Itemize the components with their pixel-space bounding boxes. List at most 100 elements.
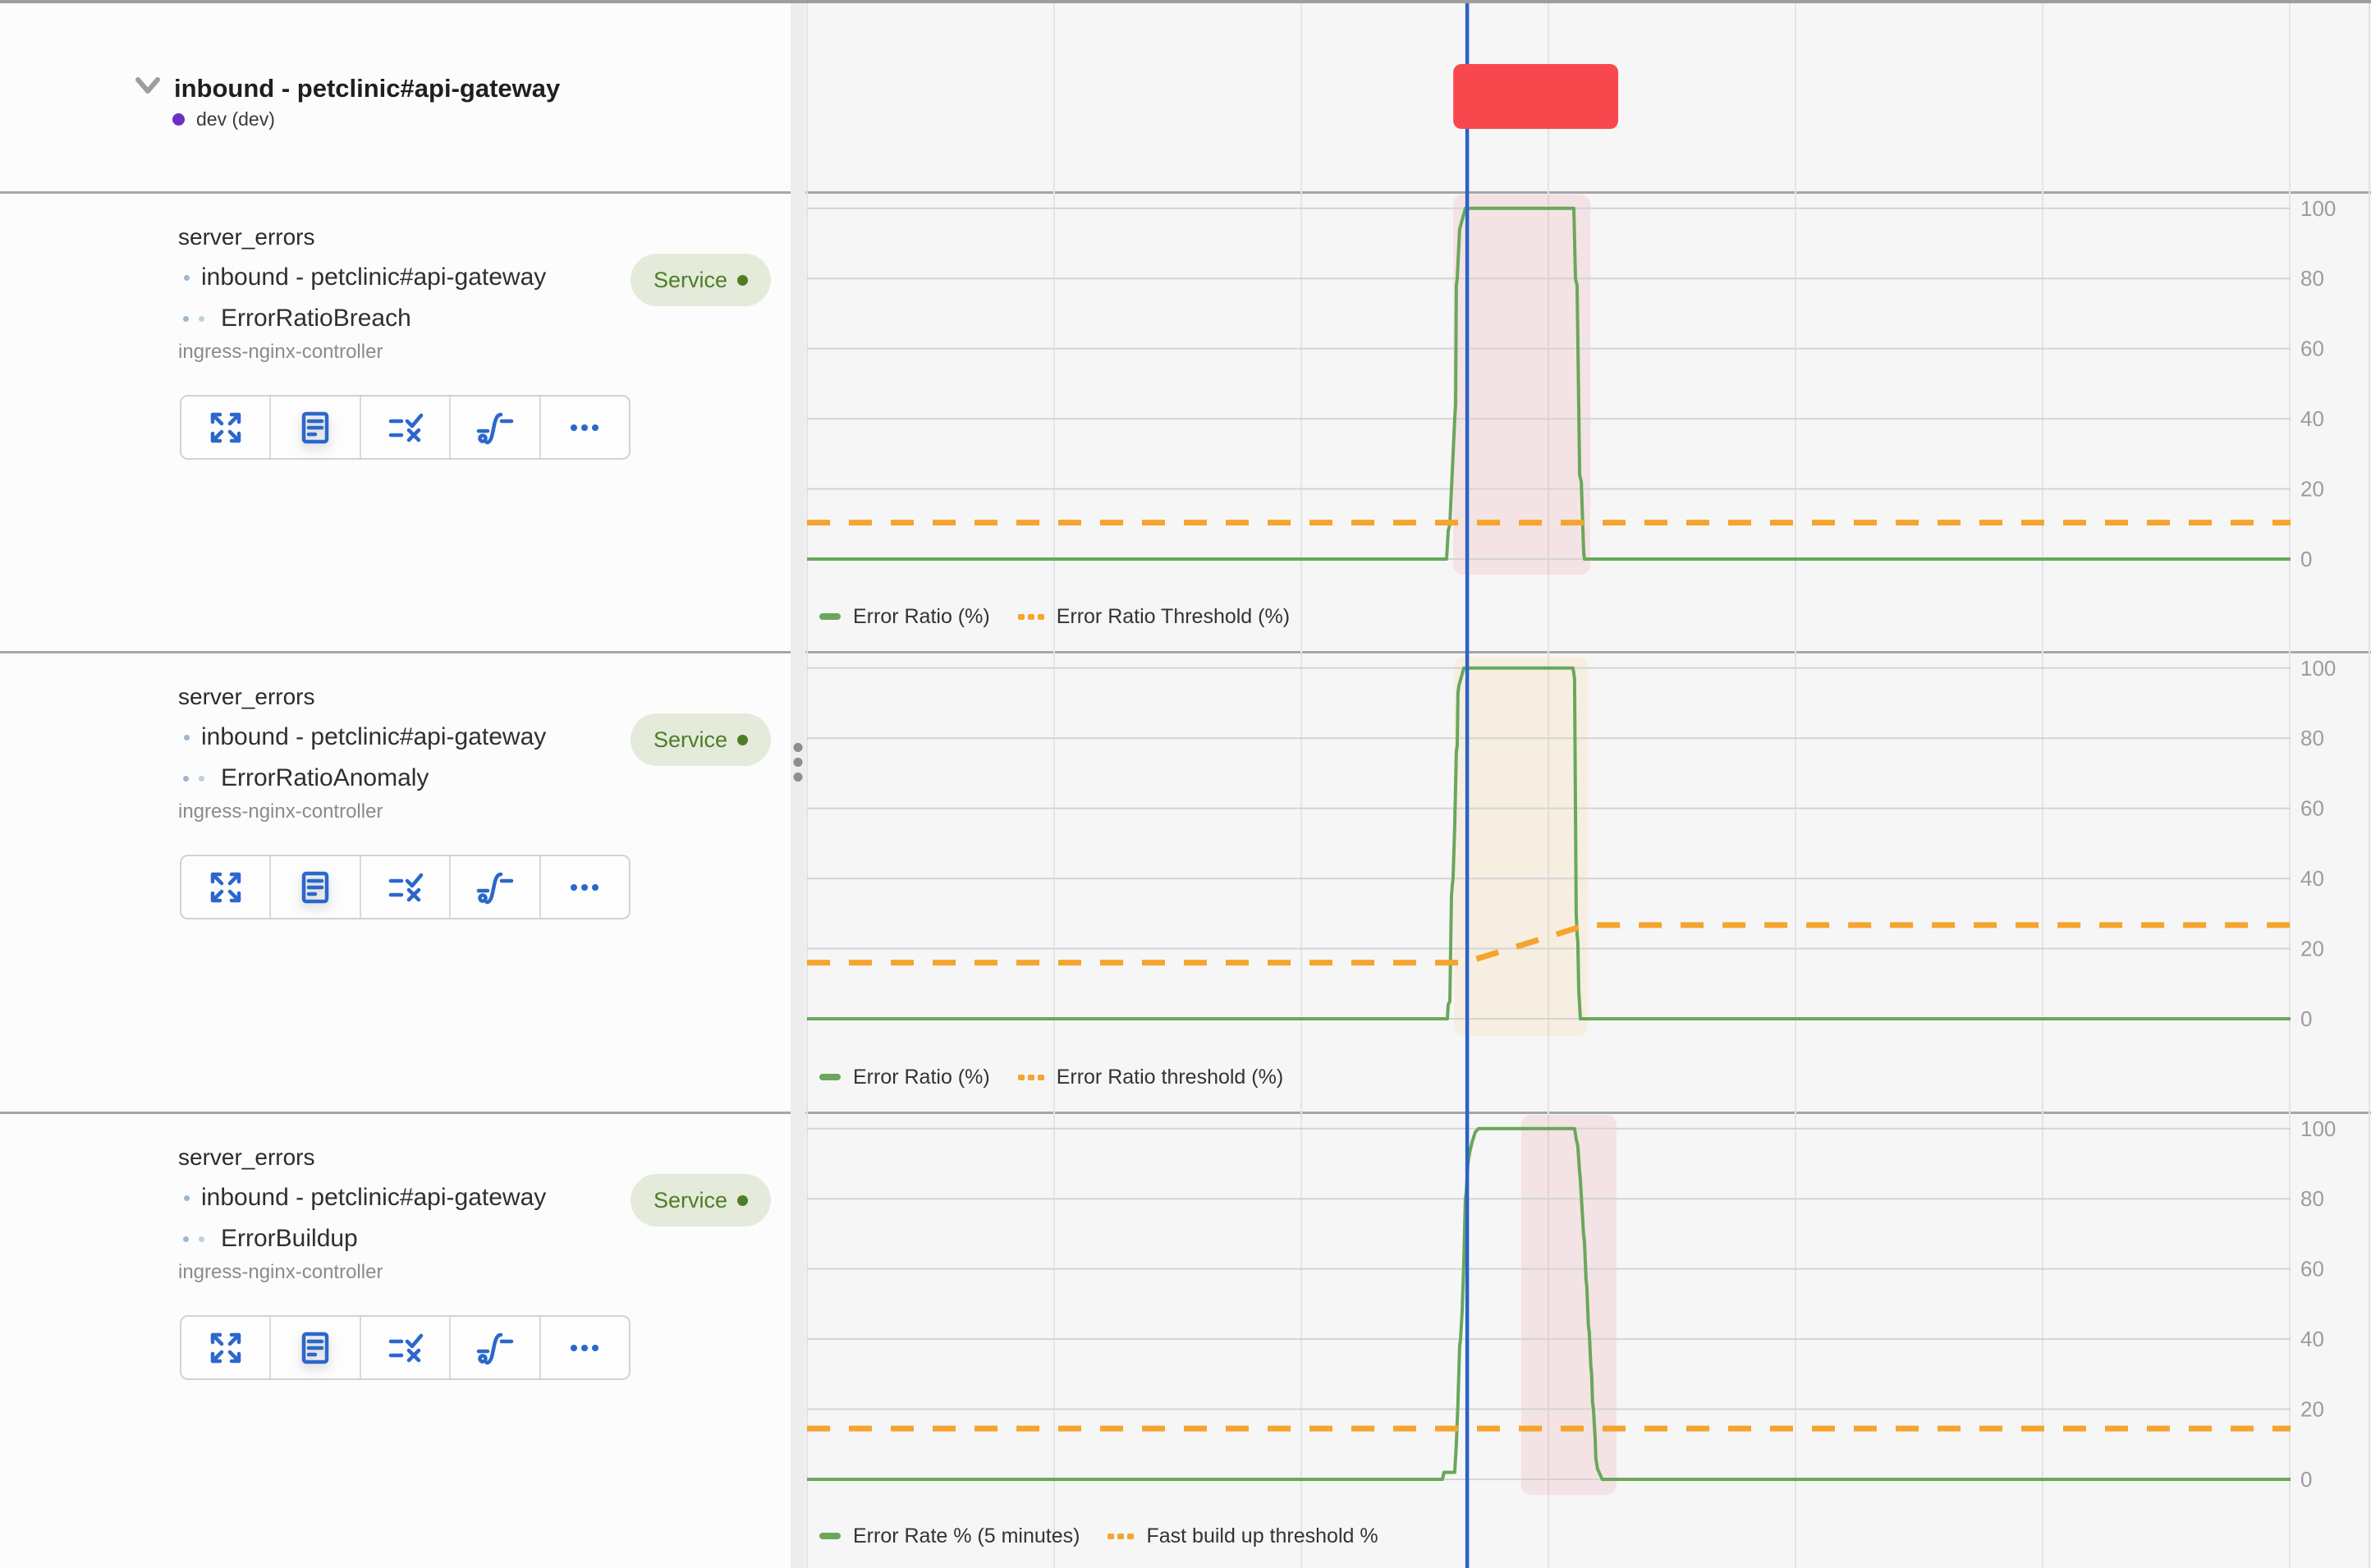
- tree-bullet: [183, 1236, 189, 1242]
- y-tick-label: 0: [2300, 1467, 2312, 1492]
- source-label: ingress-nginx-controller: [178, 1261, 383, 1284]
- legend-solid-marker: [819, 613, 841, 620]
- card-toolbar: [180, 855, 631, 919]
- checklist-button[interactable]: [360, 397, 449, 458]
- service-badge[interactable]: Service: [631, 254, 771, 306]
- legend-label: Error Ratio threshold (%): [1057, 1066, 1283, 1089]
- legend-label: Fast build up threshold %: [1146, 1524, 1378, 1548]
- badge-label: Service: [654, 1174, 727, 1226]
- tree-bullet: [184, 1195, 190, 1201]
- legend-dashed-marker: [1018, 1075, 1044, 1080]
- tree-bullet: [199, 1236, 204, 1242]
- legend-dashed-marker: [1108, 1534, 1134, 1539]
- metric-name: server_errors: [178, 224, 314, 250]
- drag-handle-dots-icon: [794, 743, 803, 782]
- document-icon: [298, 870, 332, 905]
- y-tick-label: 20: [2300, 477, 2324, 502]
- experiment-marker[interactable]: [1453, 64, 1618, 129]
- checklist-icon: [388, 870, 424, 905]
- expand-icon: [209, 870, 243, 905]
- environment-dot: [172, 113, 185, 126]
- left-panel: inbound - petclinic#api-gateway dev (dev…: [0, 0, 791, 1568]
- more-button[interactable]: [539, 856, 629, 918]
- tree-bullet: [183, 776, 189, 782]
- page-title: inbound - petclinic#api-gateway: [174, 74, 560, 103]
- highlight-band: [1521, 1115, 1617, 1495]
- y-tick-label: 80: [2300, 1186, 2324, 1211]
- y-tick-label: 0: [2300, 547, 2312, 571]
- y-tick-label: 40: [2300, 406, 2324, 431]
- service-badge[interactable]: Service: [631, 713, 771, 766]
- expand-button[interactable]: [181, 1317, 269, 1378]
- badge-label: Service: [654, 254, 727, 306]
- step-function-button[interactable]: [449, 1317, 539, 1378]
- environment-label: dev (dev): [196, 108, 275, 131]
- y-tick-label: 20: [2300, 937, 2324, 961]
- tree-bullet: [184, 735, 190, 740]
- service-badge[interactable]: Service: [631, 1174, 771, 1226]
- more-icon: [567, 410, 602, 445]
- more-icon: [567, 870, 602, 905]
- step-function-icon: [476, 870, 514, 905]
- policy-label: ErrorRatioAnomaly: [221, 764, 429, 792]
- y-tick-label: 0: [2300, 1006, 2312, 1031]
- checklist-icon: [388, 410, 424, 445]
- alert-card-error-ratio-anomaly: server_errors inbound - petclinic#api-ga…: [0, 653, 791, 1109]
- source-label: ingress-nginx-controller: [178, 341, 383, 364]
- tree-bullet: [199, 776, 204, 782]
- chart-area: 020406080100020406080100020406080100 Err…: [805, 0, 2371, 1568]
- details-button[interactable]: [269, 397, 359, 458]
- step-function-button[interactable]: [449, 856, 539, 918]
- policy-label: ErrorRatioBreach: [221, 305, 411, 332]
- checklist-icon: [388, 1331, 424, 1365]
- expand-button[interactable]: [181, 397, 269, 458]
- details-button[interactable]: [269, 1317, 359, 1378]
- status-dot: [737, 735, 748, 745]
- more-icon: [567, 1331, 602, 1365]
- y-tick-label: 80: [2300, 266, 2324, 291]
- status-dot: [737, 275, 748, 286]
- environment-row: dev (dev): [172, 108, 275, 131]
- y-tick-label: 100: [2300, 656, 2336, 681]
- expand-button[interactable]: [181, 856, 269, 918]
- legend-label: Error Ratio (%): [853, 605, 990, 629]
- chart-legend: Error Rate % (5 minutes) Fast build up t…: [819, 1524, 1378, 1548]
- chart-legend: Error Ratio (%) Error Ratio Threshold (%…: [819, 604, 1290, 629]
- details-button[interactable]: [269, 856, 359, 918]
- panel-resize-handle[interactable]: [791, 0, 805, 1568]
- document-icon: [298, 1331, 332, 1365]
- y-tick-label: 60: [2300, 1257, 2324, 1281]
- y-tick-label: 100: [2300, 1116, 2336, 1141]
- tree-bullet: [184, 275, 190, 281]
- legend-dashed-marker: [1018, 614, 1044, 620]
- step-function-icon: [476, 410, 514, 445]
- more-button[interactable]: [539, 397, 629, 458]
- expand-icon: [209, 410, 243, 445]
- more-button[interactable]: [539, 1317, 629, 1378]
- y-tick-label: 20: [2300, 1397, 2324, 1422]
- legend-label: Error Rate % (5 minutes): [853, 1524, 1080, 1548]
- legend-label: Error Ratio Threshold (%): [1057, 605, 1290, 629]
- chevron-down-icon[interactable]: [134, 76, 162, 97]
- status-dot: [737, 1195, 748, 1206]
- source-label: ingress-nginx-controller: [178, 800, 383, 823]
- tree-bullet: [199, 316, 204, 322]
- y-tick-label: 100: [2300, 196, 2336, 221]
- alert-card-error-buildup: server_errors inbound - petclinic#api-ga…: [0, 1113, 791, 1568]
- target-label: inbound - petclinic#api-gateway: [201, 1184, 546, 1212]
- badge-label: Service: [654, 713, 727, 766]
- document-icon: [298, 410, 332, 445]
- y-tick-label: 80: [2300, 726, 2324, 750]
- target-label: inbound - petclinic#api-gateway: [201, 723, 546, 751]
- y-tick-label: 60: [2300, 337, 2324, 361]
- step-function-button[interactable]: [449, 397, 539, 458]
- app-root: inbound - petclinic#api-gateway dev (dev…: [0, 0, 2371, 1568]
- legend-solid-marker: [819, 1074, 841, 1080]
- step-function-icon: [476, 1331, 514, 1365]
- checklist-button[interactable]: [360, 1317, 449, 1378]
- highlight-band: [1453, 195, 1590, 575]
- top-border: [0, 0, 2371, 3]
- legend-label: Error Ratio (%): [853, 1066, 990, 1089]
- highlight-band: [1454, 657, 1588, 1036]
- checklist-button[interactable]: [360, 856, 449, 918]
